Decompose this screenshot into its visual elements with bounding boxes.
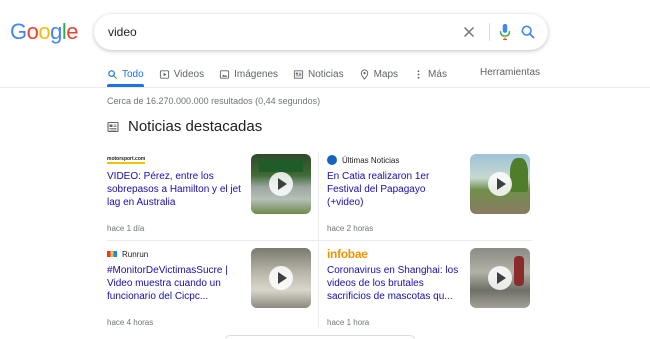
card-column-divider — [318, 152, 319, 328]
tab-videos[interactable]: Videos — [159, 66, 204, 82]
play-button-icon[interactable] — [269, 266, 293, 290]
news-icon — [293, 69, 304, 79]
news-title[interactable]: Coronavirus en Shanghai: los videos de l… — [327, 264, 462, 303]
tab-label: Imágenes — [234, 68, 279, 80]
more-icon — [417, 69, 420, 79]
news-title[interactable]: #MonitorDeVictimasSucre | Video muestra … — [107, 264, 242, 303]
news-card[interactable]: infobae Coronavirus en Shanghai: los vid… — [327, 247, 535, 338]
news-source: Últimas Noticias — [327, 154, 399, 166]
source-logo-motorsport: motorsport.com — [107, 156, 146, 164]
source-name: Últimas Noticias — [342, 155, 400, 165]
tab-label: Más — [428, 68, 447, 80]
news-card[interactable]: motorsport.com VIDEO: Pérez, entre los s… — [107, 154, 315, 244]
card-row-divider — [107, 240, 532, 241]
play-button-icon[interactable] — [488, 266, 512, 290]
tab-mas[interactable]: Más — [413, 66, 447, 82]
header-divider — [0, 87, 650, 88]
more-news-button[interactable] — [225, 335, 415, 339]
top-stories-title: Noticias destacadas — [128, 118, 263, 135]
news-source: infobae — [327, 247, 368, 261]
source-name: Runrun — [122, 249, 149, 259]
video-thumbnail[interactable] — [470, 248, 530, 308]
play-button-icon[interactable] — [269, 172, 293, 196]
video-thumbnail[interactable] — [251, 248, 311, 308]
news-title[interactable]: En Catia realizaron 1er Festival del Pap… — [327, 170, 462, 209]
tools-button[interactable]: Herramientas — [480, 67, 540, 78]
search-input[interactable]: video — [108, 25, 137, 39]
tab-maps[interactable]: Maps — [359, 66, 398, 82]
logo-letter: G — [10, 19, 27, 44]
news-icon — [107, 121, 119, 132]
search-tabs: Todo Videos Imágenes Noticias Maps Más — [107, 66, 462, 87]
logo-letter: o — [38, 19, 51, 44]
tab-label: Maps — [373, 68, 399, 80]
news-title[interactable]: VIDEO: Pérez, entre los sobrepasos a Ham… — [107, 170, 242, 209]
top-stories-heading: Noticias destacadas — [107, 118, 262, 135]
source-logo-icon — [327, 155, 337, 165]
video-thumbnail[interactable] — [251, 154, 311, 214]
news-card[interactable]: Últimas Noticias En Catia realizaron 1er… — [327, 154, 535, 244]
map-pin-icon — [360, 68, 368, 80]
logo-letter: e — [66, 19, 79, 44]
image-icon — [220, 69, 230, 79]
source-logo-icon — [107, 251, 117, 257]
source-logo-infobae: infobae — [327, 247, 368, 261]
tab-label: Todo — [122, 68, 144, 80]
tab-label: Videos — [173, 68, 205, 80]
google-logo[interactable]: Google — [10, 19, 79, 45]
close-icon[interactable] — [460, 23, 478, 41]
logo-letter: g — [50, 19, 62, 44]
tree — [510, 158, 528, 192]
search-icon[interactable] — [520, 24, 536, 40]
microphone-icon[interactable] — [498, 23, 512, 41]
news-time: hace 2 horas — [327, 224, 374, 233]
billboard — [259, 160, 303, 172]
logo-letter: o — [26, 19, 39, 44]
video-thumbnail[interactable] — [470, 154, 530, 214]
search-icon — [108, 69, 118, 79]
tab-imagenes[interactable]: Imágenes — [219, 66, 278, 82]
search-divider — [489, 23, 490, 41]
news-source: motorsport.com — [107, 154, 146, 166]
figure — [514, 256, 524, 286]
news-time: hace 1 día — [107, 224, 145, 233]
news-time: hace 4 horas — [107, 318, 154, 327]
news-card[interactable]: Runrun #MonitorDeVictimasSucre | Video m… — [107, 248, 315, 338]
play-button-icon[interactable] — [488, 172, 512, 196]
news-time: hace 1 hora — [327, 318, 370, 327]
tab-noticias[interactable]: Noticias — [293, 66, 344, 82]
news-source: Runrun — [107, 248, 148, 260]
search-box[interactable]: video — [94, 14, 548, 50]
result-stats: Cerca de 16.270.000.000 resultados (0,44… — [107, 96, 321, 106]
tab-label: Noticias — [308, 68, 344, 80]
tab-todo[interactable]: Todo — [107, 66, 144, 87]
play-icon — [159, 69, 169, 79]
